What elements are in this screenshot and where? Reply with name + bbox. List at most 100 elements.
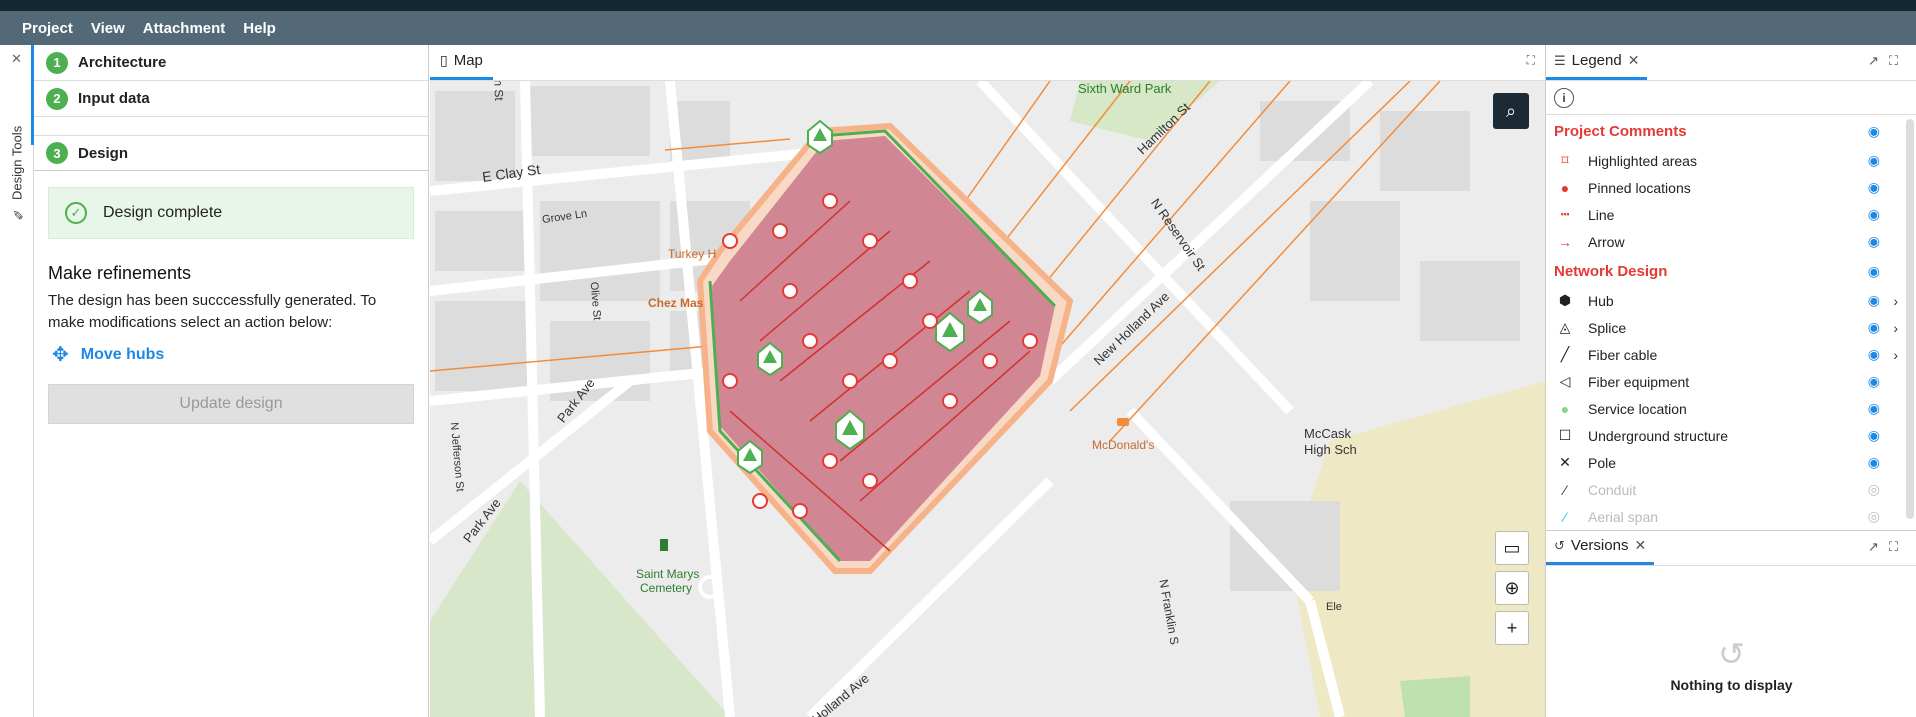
history-icon: ↺ — [1554, 537, 1565, 553]
eye-icon[interactable]: ◉ — [1868, 319, 1880, 336]
right-panel: ☰ Legend ✕ ↗⛶ i Project Comments ◉ ⌑ Hig… — [1545, 45, 1916, 717]
step-label: Design — [78, 144, 129, 162]
zoom-in-button[interactable]: + — [1495, 611, 1529, 645]
eye-icon[interactable]: ◉ — [1868, 292, 1880, 309]
tab-legend[interactable]: ☰ Legend ✕ — [1546, 44, 1648, 80]
legend-item-fiber-equipment: ◁ Fiber equipment ◉ — [1546, 368, 1916, 395]
versions-empty-state: ↺ Nothing to display — [1546, 635, 1916, 693]
update-design-button[interactable]: Update design — [48, 384, 414, 424]
empty-message: Nothing to display — [1670, 677, 1793, 693]
tab-map[interactable]: ▯ Map — [430, 44, 493, 80]
legend-item-service-location: ● Service location ◉ — [1546, 395, 1916, 422]
legend-item-label: Arrow — [1588, 233, 1625, 250]
legend-item-label: Conduit — [1588, 481, 1637, 498]
eye-icon[interactable]: ◉ — [1868, 346, 1880, 363]
chevron-right-icon[interactable]: › — [1893, 293, 1898, 309]
eye-icon[interactable]: ◉ — [1868, 263, 1880, 280]
legend-item-label: Fiber equipment — [1588, 373, 1690, 390]
move-hubs-label: Move hubs — [80, 345, 165, 363]
legend-item-underground-structure: ☐ Underground structure ◉ — [1546, 422, 1916, 449]
map-label: High Sch — [1304, 442, 1357, 457]
design-tools-tab[interactable]: ✎ Design Tools — [8, 71, 26, 221]
fiber-cable-icon: ╱ — [1560, 346, 1570, 362]
eye-icon[interactable]: ◉ — [1868, 400, 1880, 417]
panel-window-controls[interactable]: ↗⛶ — [1868, 53, 1908, 69]
eye-icon[interactable]: ◉ — [1868, 427, 1880, 444]
top-strip — [0, 0, 1916, 11]
legend-item-label: Pinned locations — [1588, 179, 1691, 196]
legend-item-label: Splice — [1588, 319, 1627, 336]
tab-versions[interactable]: ↺ Versions ✕ — [1546, 529, 1655, 565]
step-design[interactable]: 3 Design — [34, 135, 428, 171]
eye-off-icon[interactable]: ◎ — [1868, 508, 1880, 525]
design-panel: 1 Architecture 2 Input data 3 Design ✓ D… — [34, 45, 429, 717]
tab-map-label: Map — [453, 52, 483, 69]
info-icon[interactable]: i — [1554, 87, 1574, 108]
map-label: McDonald's — [1092, 438, 1155, 452]
eye-icon[interactable]: ◉ — [1868, 454, 1880, 471]
service-location-icon: ● — [1560, 400, 1570, 417]
measure-button[interactable]: ▭ — [1495, 531, 1529, 565]
crosshair-icon: ⊕ — [1504, 577, 1520, 598]
map-pane: ▯ Map ⛶ Sixth Ward Park Hamilton St E Cl… — [430, 45, 1545, 717]
locate-button[interactable]: ⊕ — [1495, 571, 1529, 605]
step-number: 1 — [46, 51, 68, 74]
versions-tab-bar: ↺ Versions ✕ ↗⛶ — [1546, 530, 1916, 566]
close-icon[interactable]: ✕ — [1628, 52, 1640, 69]
close-icon[interactable]: ✕ — [11, 51, 22, 67]
menu-view[interactable]: View — [91, 20, 125, 37]
eye-icon[interactable]: ◉ — [1868, 152, 1880, 169]
legend-item-pinned-locations: ● Pinned locations ◉ — [1546, 174, 1916, 201]
maximize-icon[interactable]: ⛶ — [1527, 53, 1535, 68]
step-number: 2 — [46, 87, 68, 110]
map-search-button[interactable]: ⌕ — [1493, 93, 1529, 129]
eye-icon[interactable]: ◉ — [1868, 206, 1880, 223]
pin-icon: ● — [1560, 179, 1570, 196]
aerial-span-icon: ⁄ — [1563, 508, 1567, 525]
eye-off-icon[interactable]: ◎ — [1868, 481, 1880, 498]
arrow-icon: → — [1558, 233, 1572, 250]
map-label: Cemetery — [640, 581, 693, 595]
tab-versions-label: Versions — [1570, 537, 1629, 554]
map-label: n St — [491, 81, 507, 101]
menu-help[interactable]: Help — [243, 20, 276, 37]
step-label: Input data — [78, 90, 150, 107]
map-graphics — [430, 81, 1545, 717]
menu-bar: Project View Attachment Help — [0, 11, 1916, 45]
map-label: McCask — [1304, 426, 1351, 441]
legend-item-conduit: ⁄ Conduit ◎ — [1546, 476, 1916, 503]
panel-window-controls[interactable]: ↗⛶ — [1868, 539, 1908, 555]
menu-attachment[interactable]: Attachment — [143, 20, 226, 37]
chevron-right-icon[interactable]: › — [1893, 320, 1898, 336]
legend-list: Project Comments ◉ ⌑ Highlighted areas ◉… — [1546, 115, 1916, 530]
pencil-icon: ✎ — [9, 206, 25, 221]
eye-icon[interactable]: ◉ — [1868, 179, 1880, 196]
legend-group-title: Network Design — [1554, 262, 1668, 280]
check-circle-icon: ✓ — [65, 202, 87, 224]
ruler-icon: ▭ — [1503, 537, 1521, 558]
step-label: Architecture — [78, 54, 167, 71]
eye-icon[interactable]: ◉ — [1868, 123, 1880, 140]
menu-project[interactable]: Project — [22, 20, 73, 37]
eye-icon[interactable]: ◉ — [1868, 233, 1880, 250]
chevron-right-icon[interactable]: › — [1893, 347, 1898, 363]
move-hubs-button[interactable]: ✥ Move hubs — [52, 342, 414, 367]
legend-item-label: Service location — [1588, 400, 1687, 417]
legend-item-label: Highlighted areas — [1588, 152, 1697, 169]
conduit-icon: ⁄ — [1563, 481, 1567, 498]
pole-icon: ✕ — [1559, 454, 1571, 470]
step-architecture[interactable]: 1 Architecture — [34, 45, 428, 81]
map-canvas[interactable]: Sixth Ward Park Hamilton St E Clay St Gr… — [430, 81, 1545, 717]
legend-group-project-comments: Project Comments ◉ — [1546, 115, 1916, 147]
close-icon[interactable]: ✕ — [1634, 537, 1646, 554]
map-label: Turkey H — [668, 247, 717, 261]
eye-icon[interactable]: ◉ — [1868, 373, 1880, 390]
legend-scrollbar[interactable] — [1906, 119, 1914, 519]
legend-item-label: Fiber cable — [1588, 346, 1658, 363]
legend-item-splice: ◬ Splice ◉ › — [1546, 314, 1916, 341]
map-icon: ▯ — [440, 52, 448, 68]
design-status: Design complete — [103, 204, 223, 221]
step-input-data[interactable]: 2 Input data — [34, 81, 428, 117]
highlight-area-icon: ⌑ — [1561, 152, 1569, 168]
legend-item-label: Aerial span — [1588, 508, 1659, 525]
